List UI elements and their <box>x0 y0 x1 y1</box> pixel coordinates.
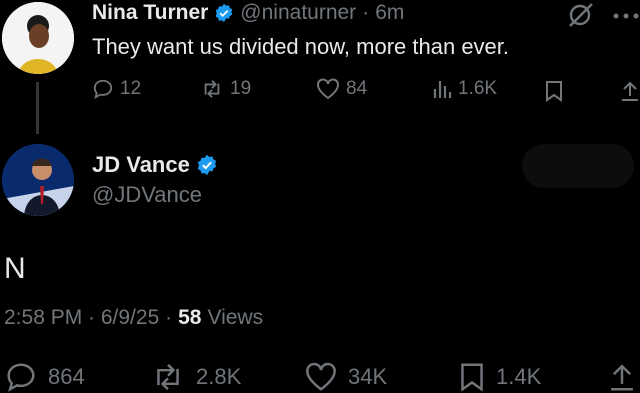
author-handle[interactable]: @JDVance <box>92 182 202 208</box>
reply-action[interactable]: 864 <box>4 362 85 392</box>
grok-icon[interactable] <box>566 2 596 28</box>
bookmark-icon[interactable] <box>544 80 564 102</box>
reply-count: 12 <box>120 78 142 99</box>
share-icon[interactable] <box>620 80 640 102</box>
post-timestamp[interactable]: 2:58 PM · 6/9/25 · <box>4 306 172 330</box>
repost-action[interactable]: 19 <box>200 78 251 100</box>
repost-icon <box>200 78 224 100</box>
repost-count: 2.8K <box>196 364 242 389</box>
separator: · <box>362 1 370 24</box>
avatar-jd-vance[interactable] <box>2 144 74 216</box>
views-action[interactable]: 1.6K <box>432 78 497 100</box>
avatar-nina-turner[interactable] <box>2 2 74 74</box>
like-action[interactable]: 84 <box>316 78 367 100</box>
author-name[interactable]: JD Vance <box>92 152 190 178</box>
reply-icon <box>92 78 114 100</box>
reply-count: 864 <box>48 364 85 389</box>
reply-header: JD Vance <box>92 152 218 178</box>
verified-badge-icon <box>196 154 218 176</box>
author-handle[interactable]: @ninaturner <box>240 1 356 25</box>
like-action[interactable]: 34K <box>304 362 387 392</box>
views-count: 1.6K <box>458 78 498 99</box>
heart-icon <box>304 362 338 392</box>
more-options-icon[interactable] <box>612 12 640 20</box>
repost-icon <box>150 362 186 392</box>
like-count: 34K <box>348 364 388 389</box>
bookmark-action[interactable]: 1.4K <box>458 362 541 392</box>
reply-action[interactable]: 12 <box>92 78 141 100</box>
bookmark-count: 1.4K <box>496 364 542 389</box>
post-meta: 2:58 PM · 6/9/25 · 58 Views <box>4 306 263 330</box>
like-count: 84 <box>346 78 368 99</box>
quoted-tweet-text: They want us divided now, more than ever… <box>92 34 510 59</box>
repost-count: 19 <box>230 78 252 99</box>
repost-action[interactable]: 2.8K <box>150 362 241 392</box>
views-label: Views <box>207 306 264 329</box>
author-name[interactable]: Nina Turner <box>92 1 208 25</box>
share-icon[interactable] <box>608 362 636 392</box>
verified-badge-icon <box>214 3 234 23</box>
views-number: 58 <box>178 306 202 329</box>
quoted-tweet-header: Nina Turner @ninaturner · 6m <box>92 0 404 26</box>
post-time[interactable]: 6m <box>375 1 404 25</box>
heart-icon <box>316 78 340 100</box>
views-chart-icon <box>432 78 452 100</box>
blurred-follow-button[interactable] <box>522 144 634 188</box>
reply-icon <box>4 362 38 392</box>
reply-text: N <box>4 252 26 285</box>
thread-connector-line <box>36 82 39 134</box>
bookmark-icon <box>458 362 486 392</box>
